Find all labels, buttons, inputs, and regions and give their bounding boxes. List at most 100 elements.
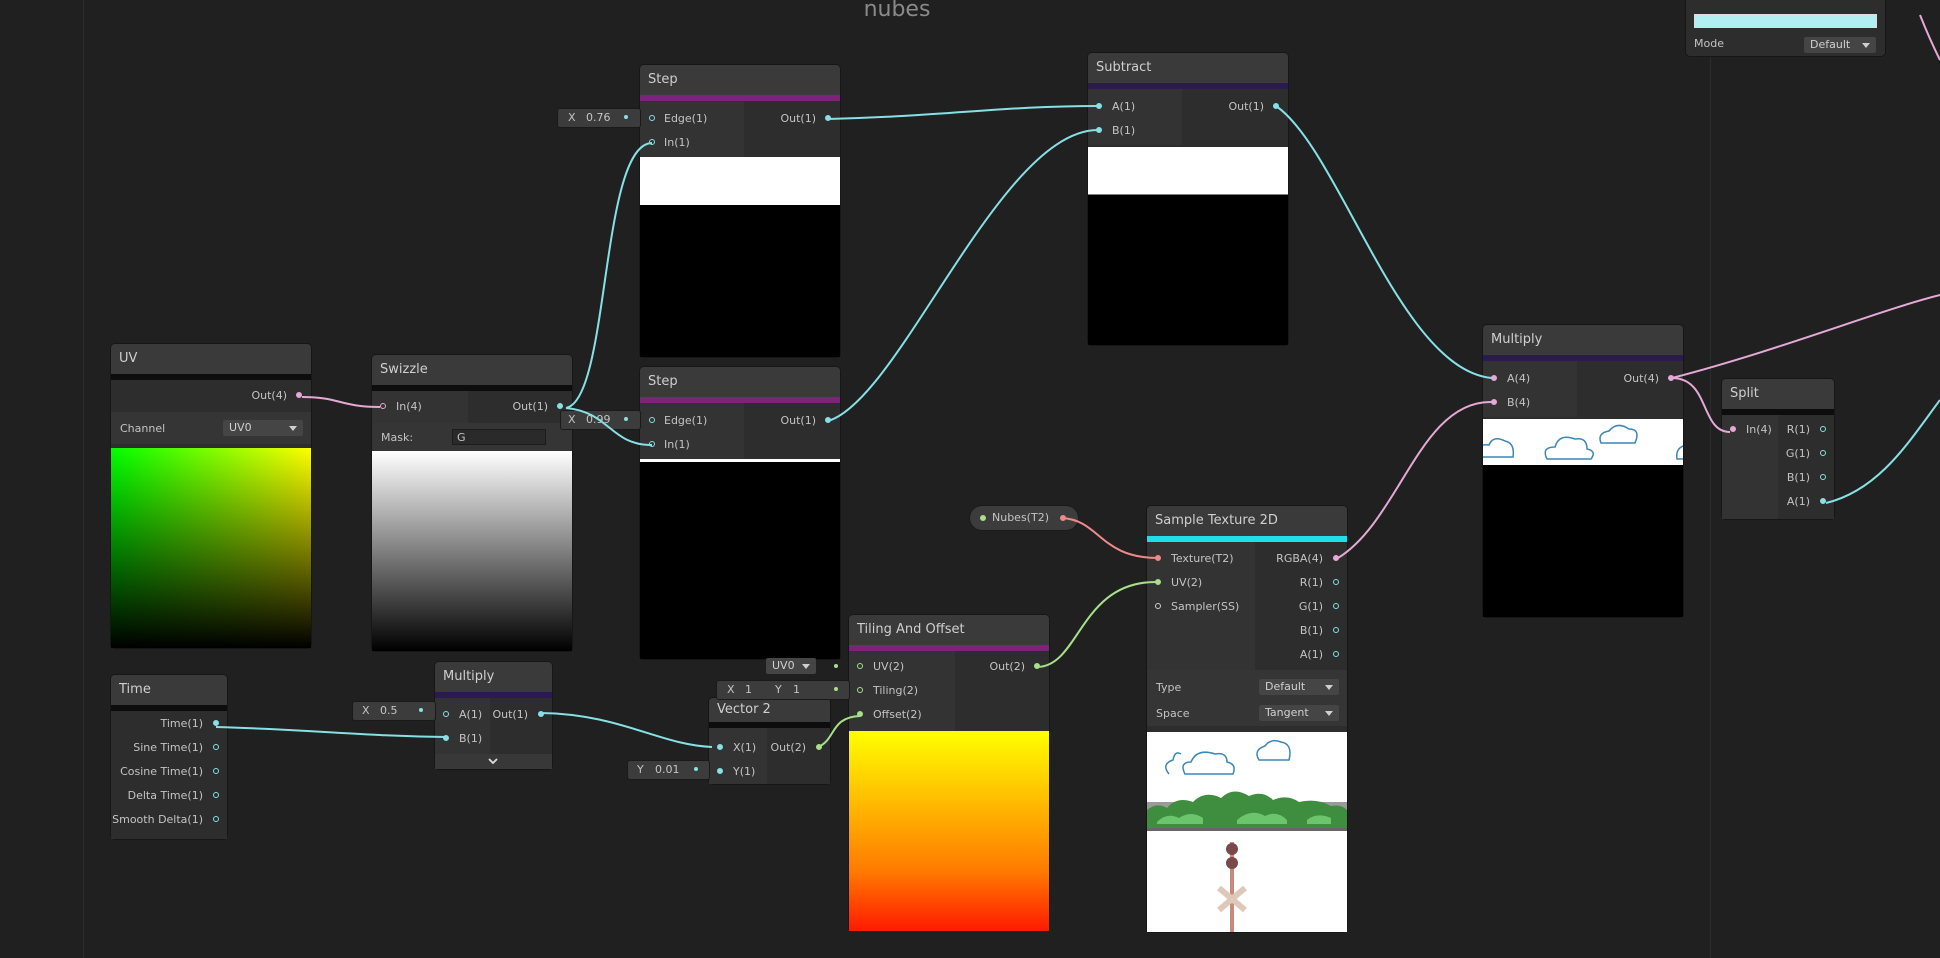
multiply-small-node[interactable]: Multiply A(1) B(1) Out(1): [435, 662, 552, 769]
step1-edge-port[interactable]: Edge(1): [664, 112, 707, 126]
tiling-x-value[interactable]: 1: [745, 683, 752, 696]
multiply-small-out-port[interactable]: Out(1): [492, 708, 528, 722]
step1-in-port[interactable]: In(1): [664, 136, 690, 150]
multiply-main-a-port[interactable]: A(4): [1507, 372, 1530, 386]
subtract-node[interactable]: Subtract A(1) B(1) Out(1): [1088, 53, 1288, 345]
nubes-property-node[interactable]: Nubes(T2): [970, 506, 1078, 530]
tiling-out-port[interactable]: Out(2): [989, 660, 1025, 674]
vector2-y-port[interactable]: Y(1): [733, 765, 755, 779]
vector2-y-value[interactable]: 0.01: [655, 763, 680, 776]
time-output-1[interactable]: Sine Time(1): [133, 741, 203, 755]
swizzle-mask-input[interactable]: G: [452, 429, 546, 445]
sample-sampler-port[interactable]: Sampler(SS): [1171, 600, 1239, 614]
subtract-b-port[interactable]: B(1): [1112, 124, 1135, 138]
multiply-main-out-port[interactable]: Out(4): [1623, 372, 1659, 386]
step1-edge-input[interactable]: X 0.76: [558, 109, 640, 127]
tiling-y-value[interactable]: 1: [793, 683, 800, 696]
chevron-down-icon[interactable]: [488, 758, 498, 766]
multiply-main-b-port[interactable]: B(4): [1507, 396, 1530, 410]
step2-edge-value[interactable]: 0.99: [586, 413, 611, 426]
multiply-main-out-dot[interactable]: [1668, 375, 1674, 381]
swizzle-out-port[interactable]: Out(1): [512, 400, 548, 414]
split-r-dot[interactable]: [1820, 426, 1826, 432]
step1-edge-dot[interactable]: [649, 115, 655, 121]
time-output-0[interactable]: Time(1): [160, 717, 203, 731]
vector2-out-dot[interactable]: [816, 744, 822, 750]
step2-edge-port[interactable]: Edge(1): [664, 414, 707, 428]
color-swatch[interactable]: [1694, 14, 1877, 28]
time-output-2-dot[interactable]: [213, 768, 219, 774]
step2-edge-dot[interactable]: [649, 417, 655, 423]
split-a-port[interactable]: A(1): [1787, 495, 1810, 509]
mode-dropdown[interactable]: Default: [1804, 37, 1876, 53]
tiling-uv-input[interactable]: UV0: [766, 658, 849, 676]
step2-edge-input[interactable]: X 0.99: [561, 411, 640, 429]
subtract-out-port[interactable]: Out(1): [1228, 100, 1264, 114]
step1-out-dot[interactable]: [825, 115, 831, 121]
swizzle-out-dot[interactable]: [557, 403, 563, 409]
uv-channel-dropdown[interactable]: UV0: [223, 420, 303, 436]
step2-out-dot[interactable]: [825, 417, 831, 423]
time-output-2[interactable]: Cosine Time(1): [120, 765, 203, 779]
property-out-dot[interactable]: [1060, 515, 1066, 521]
multiply-small-out-dot[interactable]: [538, 711, 544, 717]
vector2-y-dot[interactable]: [717, 768, 723, 774]
time-output-1-dot[interactable]: [213, 744, 219, 750]
time-output-3[interactable]: Delta Time(1): [128, 789, 203, 803]
sample-b-dot[interactable]: [1333, 627, 1339, 633]
step1-edge-value[interactable]: 0.76: [586, 111, 611, 124]
sample-b-port[interactable]: B(1): [1300, 624, 1323, 638]
multiply-small-b-dot[interactable]: [443, 735, 449, 741]
tiling-uv-port[interactable]: UV(2): [873, 660, 904, 674]
tiling-uv-dot[interactable]: [857, 663, 863, 669]
split-b-dot[interactable]: [1820, 474, 1826, 480]
sample-r-port[interactable]: R(1): [1300, 576, 1323, 590]
tiling-offset-node[interactable]: Tiling And Offset UV(2) Tiling(2) Offset…: [849, 615, 1049, 931]
vector2-y-input[interactable]: Y 0.01: [628, 761, 709, 779]
vector2-out-port[interactable]: Out(2): [770, 741, 806, 755]
split-a-dot[interactable]: [1820, 498, 1826, 504]
step2-in-port[interactable]: In(1): [664, 438, 690, 452]
sample-texture-dot[interactable]: [1155, 555, 1161, 561]
tiling-tiling-dot[interactable]: [857, 687, 863, 693]
time-node[interactable]: Time Time(1) Sine Time(1) Cosine Time(1)…: [111, 675, 227, 839]
subtract-a-dot[interactable]: [1096, 103, 1102, 109]
multiply-small-expand[interactable]: [435, 754, 552, 769]
time-output-4[interactable]: Smooth Delta(1): [112, 813, 203, 827]
multiply-small-b-port[interactable]: B(1): [459, 732, 482, 746]
uv-node[interactable]: UV Out(4) Channel UV0: [111, 344, 311, 648]
swizzle-in-port[interactable]: In(4): [396, 400, 422, 414]
time-output-0-dot[interactable]: [213, 720, 219, 726]
step1-out-port[interactable]: Out(1): [780, 112, 816, 126]
sample-r-dot[interactable]: [1333, 579, 1339, 585]
step2-out-port[interactable]: Out(1): [780, 414, 816, 428]
sample-uv-port[interactable]: UV(2): [1171, 576, 1202, 590]
vector2-x-dot[interactable]: [717, 744, 723, 750]
tiling-offset-port[interactable]: Offset(2): [873, 708, 922, 722]
split-node[interactable]: Split In(4) R(1) G(1) B(1) A(1): [1722, 379, 1834, 519]
multiply-small-a-dot[interactable]: [443, 711, 449, 717]
swizzle-in-dot[interactable]: [380, 403, 386, 409]
multiply-small-a-port[interactable]: A(1): [459, 708, 482, 722]
vector2-x-port[interactable]: X(1): [733, 741, 756, 755]
sample-rgba-dot[interactable]: [1333, 555, 1339, 561]
sample-uv-dot[interactable]: [1155, 579, 1161, 585]
tiling-tiling-input[interactable]: X 1 Y 1: [717, 681, 849, 699]
multiply-small-a-input[interactable]: X 0.5: [353, 702, 435, 720]
split-g-dot[interactable]: [1820, 450, 1826, 456]
sample-g-dot[interactable]: [1333, 603, 1339, 609]
swizzle-node[interactable]: Swizzle In(4) Out(1) Mask: G: [372, 355, 572, 651]
sample-texture-port[interactable]: Texture(T2): [1171, 552, 1234, 566]
multiply-main-a-dot[interactable]: [1491, 375, 1497, 381]
multiply-main-node[interactable]: Multiply A(4) B(4) Out(4): [1483, 325, 1683, 617]
split-in-port[interactable]: In(4): [1746, 423, 1772, 437]
tiling-uv-dropdown[interactable]: UV0: [766, 658, 816, 674]
sample-texture-node[interactable]: Sample Texture 2D Texture(T2) UV(2) Samp…: [1147, 506, 1347, 932]
sample-a-dot[interactable]: [1333, 651, 1339, 657]
time-output-4-dot[interactable]: [213, 816, 219, 822]
split-b-port[interactable]: B(1): [1787, 471, 1810, 485]
split-in-dot[interactable]: [1730, 426, 1736, 432]
step1-in-dot[interactable]: [649, 139, 655, 145]
sample-a-port[interactable]: A(1): [1300, 648, 1323, 662]
tiling-tiling-port[interactable]: Tiling(2): [873, 684, 918, 698]
